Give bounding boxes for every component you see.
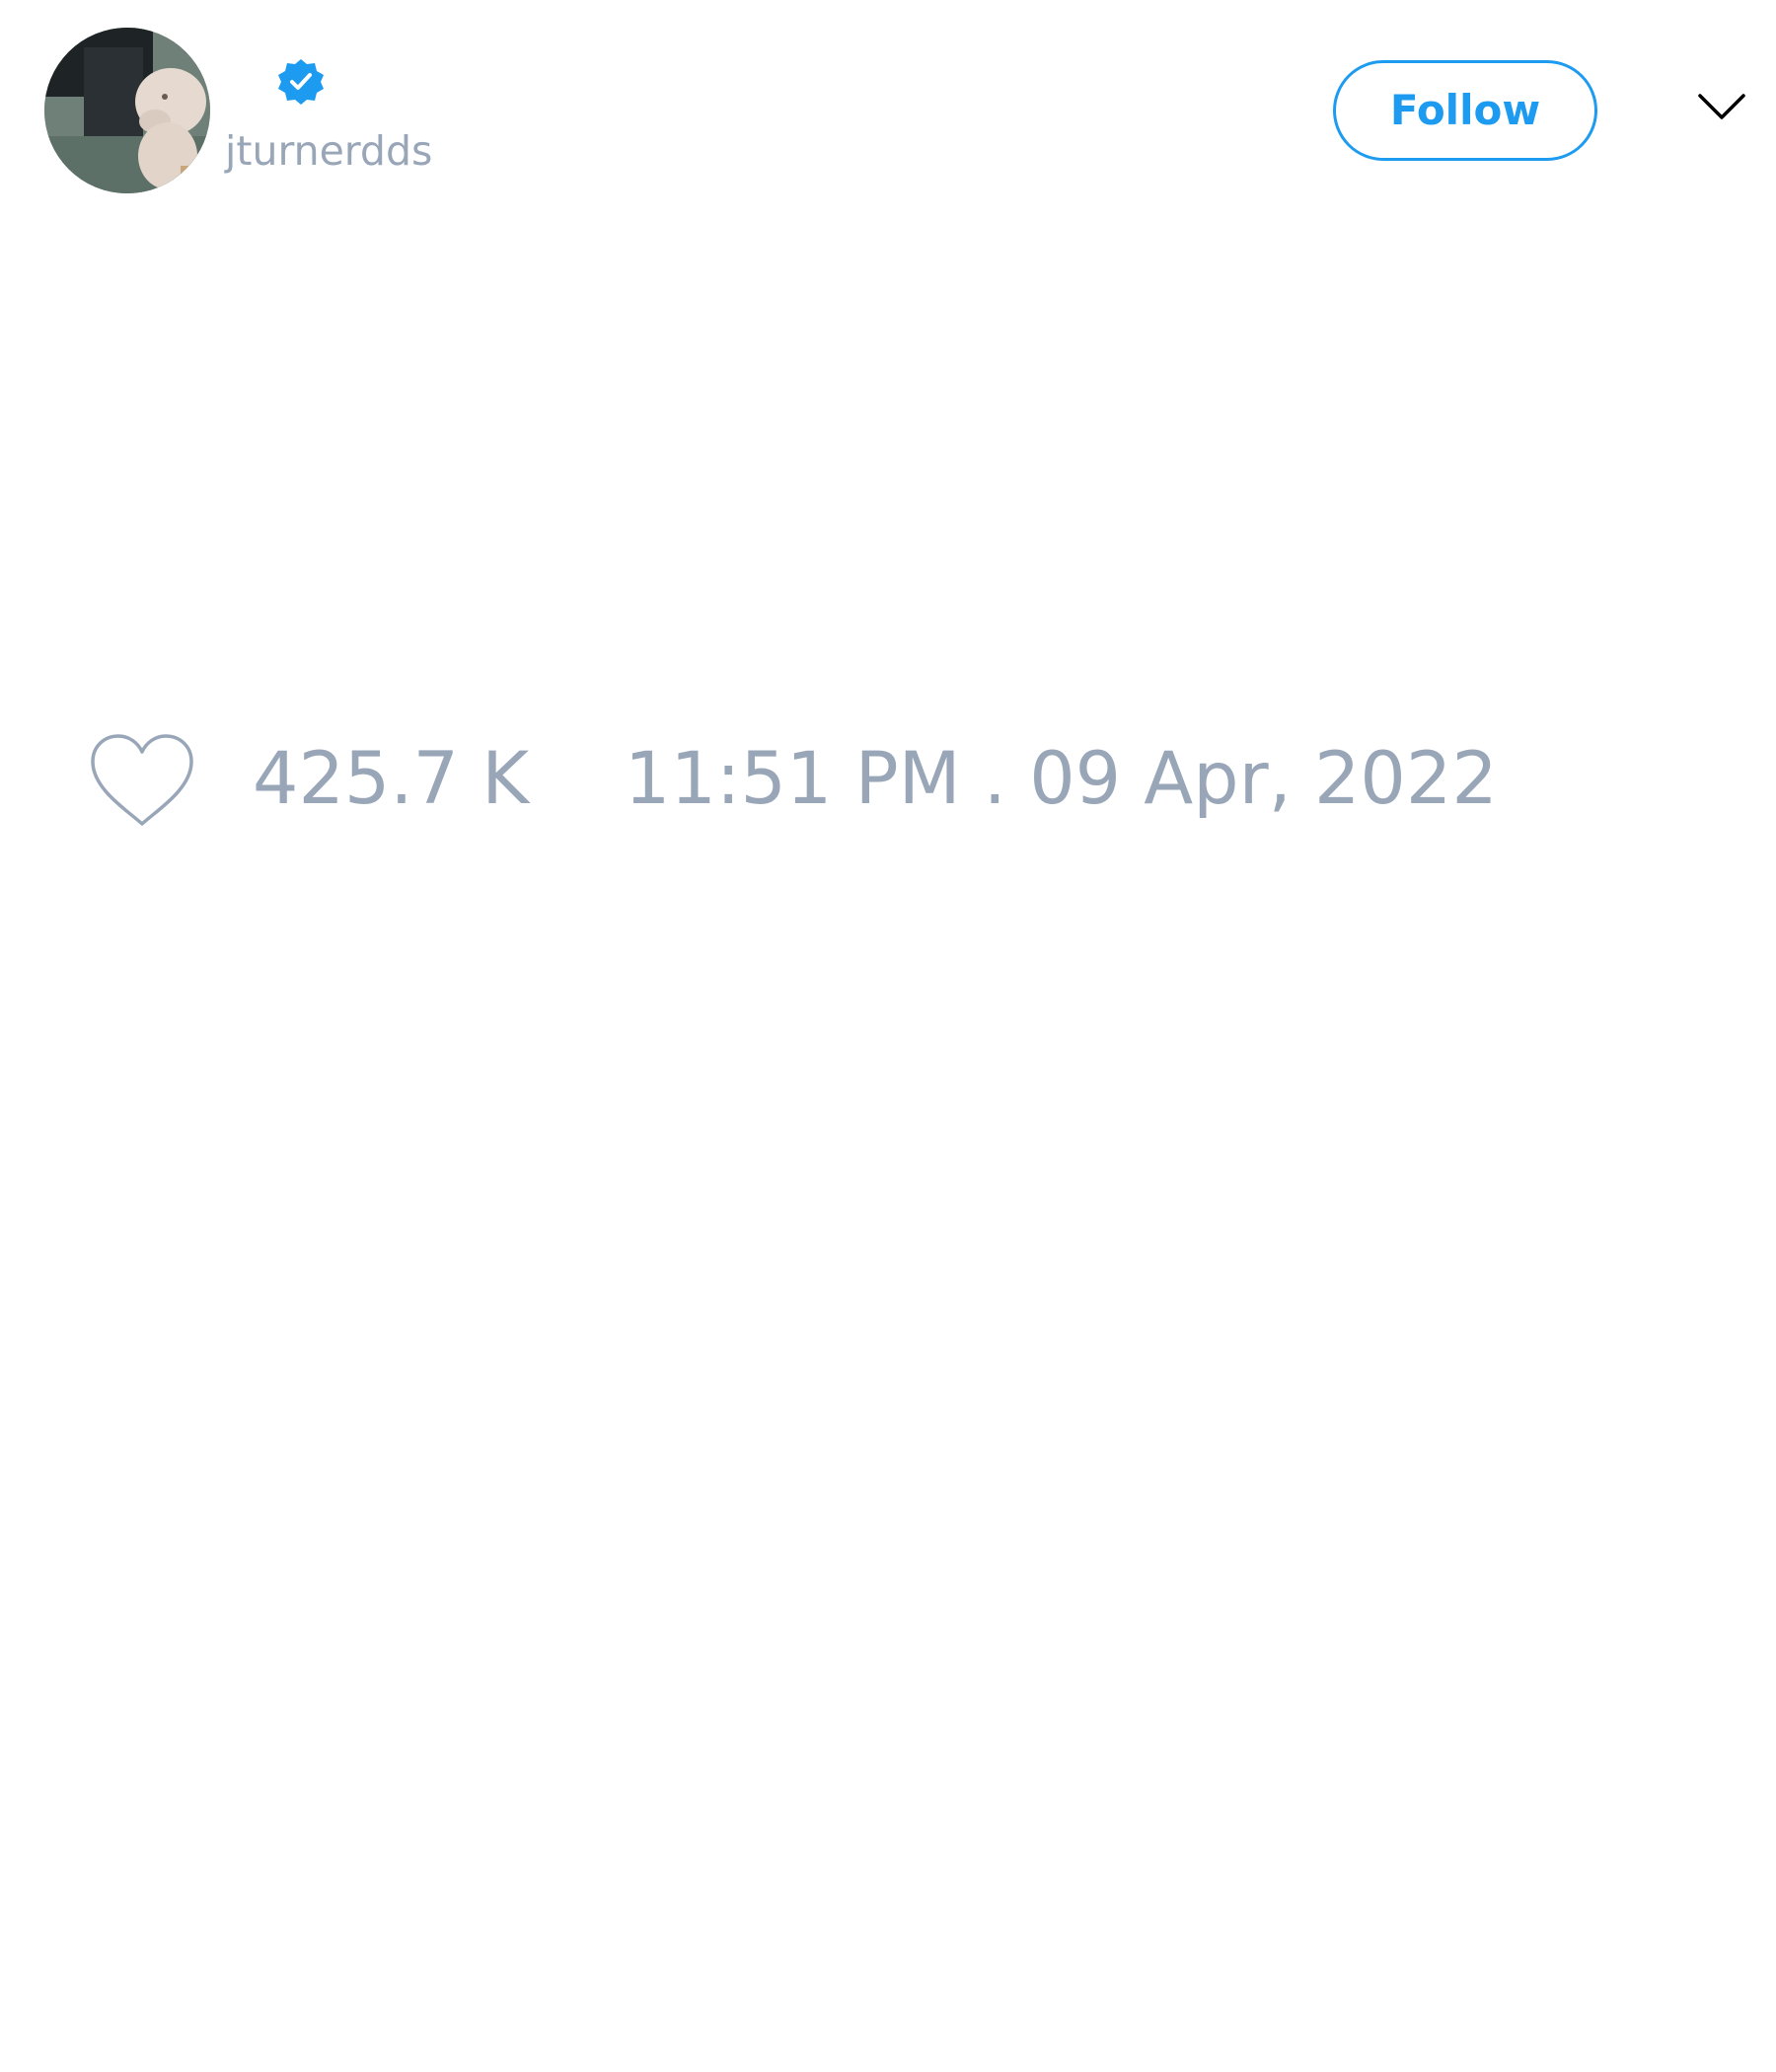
verified-badge-icon [278,59,324,105]
follow-button[interactable]: Follow [1333,60,1597,161]
avatar[interactable] [44,28,210,193]
tweet-timestamp[interactable]: 11:51 PM . 09 Apr, 2022 [625,737,1498,822]
chevron-down-icon[interactable] [1697,92,1746,121]
author-handle[interactable]: jturnerdds [225,126,432,176]
heart-outline-icon[interactable] [89,732,195,829]
avatar-photo [44,28,210,193]
like-count: 425.7 K [253,737,530,821]
